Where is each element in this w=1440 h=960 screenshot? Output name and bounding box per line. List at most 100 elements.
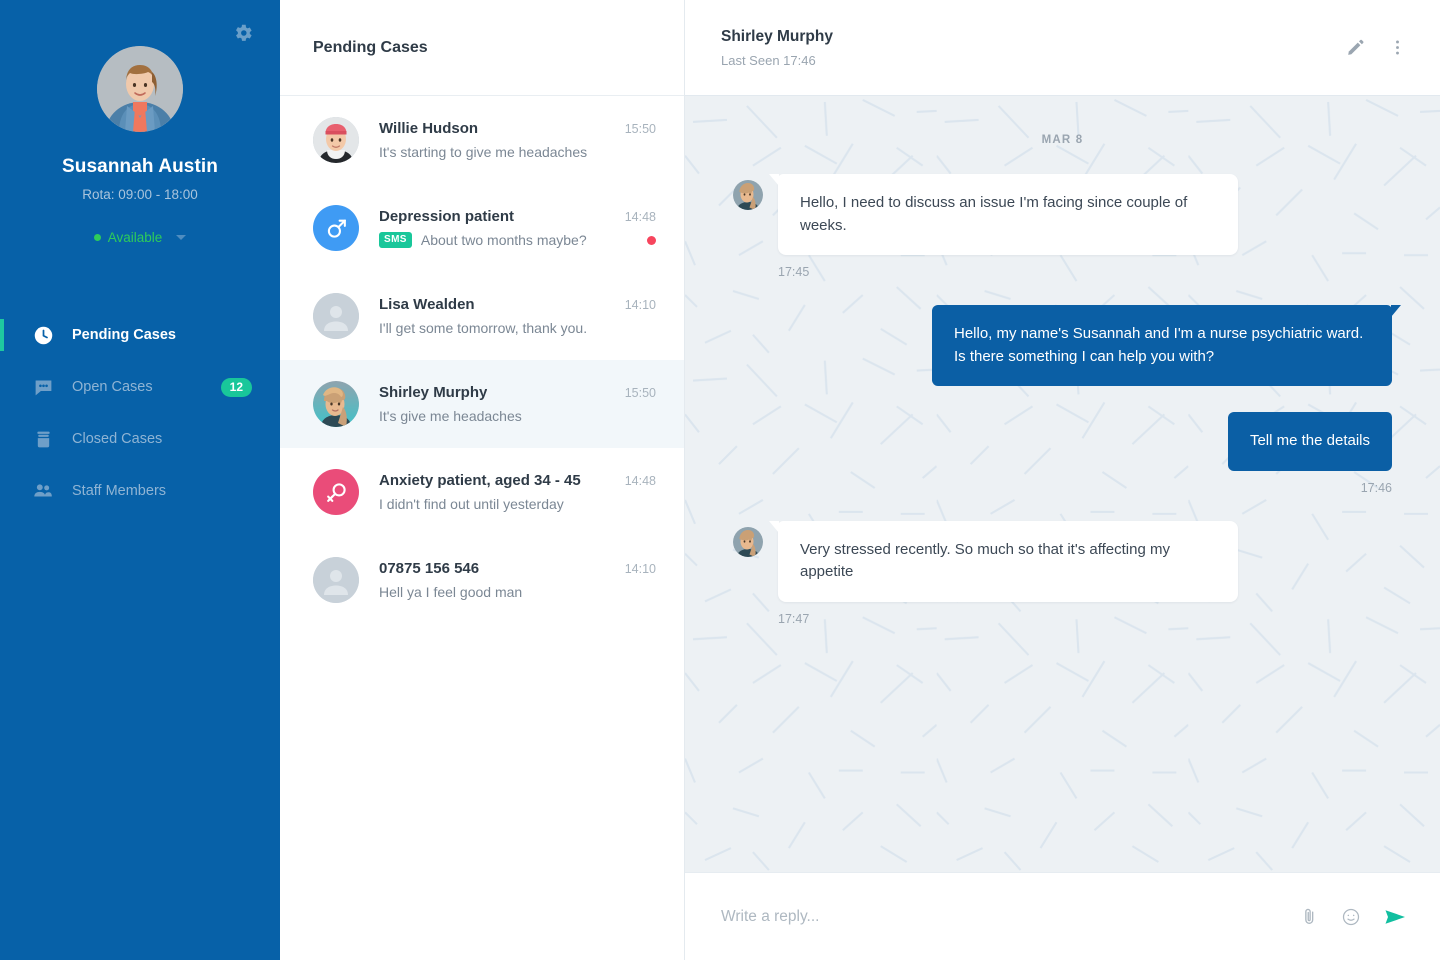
list-item[interactable]: 07875 156 546 14:10 Hell ya I feel good … — [280, 536, 684, 624]
chat-header: Shirley Murphy Last Seen 17:46 — [685, 0, 1440, 96]
list-item[interactable]: Lisa Wealden 14:10 I'll get some tomorro… — [280, 272, 684, 360]
clock-icon — [32, 324, 54, 346]
pencil-icon[interactable] — [1345, 38, 1365, 58]
placeholder-person-icon — [313, 557, 359, 603]
case-name: Lisa Wealden — [379, 296, 475, 313]
gear-icon[interactable] — [232, 22, 254, 44]
placeholder-person-icon — [313, 293, 359, 339]
message-bubble: Hello, my name's Susannah and I'm a nurs… — [932, 305, 1401, 386]
case-preview: About two months maybe? — [420, 232, 587, 248]
message-list: MAR 8 Hello, I need to discuss an issue … — [685, 96, 1440, 872]
case-time: 14:10 — [624, 562, 656, 576]
list-item-content: Anxiety patient, aged 34 - 45 14:48 I di… — [379, 472, 656, 512]
male-symbol-icon — [313, 205, 359, 251]
case-time: 15:50 — [624, 122, 656, 136]
sidebar-item-staff-members[interactable]: Staff Members — [0, 465, 280, 517]
case-time: 14:10 — [624, 298, 656, 312]
unread-dot-icon — [647, 235, 656, 245]
list-item-content: Depression patient 14:48 SMS About two m… — [379, 208, 656, 248]
case-preview-wrap: It's starting to give me headaches — [379, 144, 587, 160]
people-icon — [32, 480, 54, 502]
avatar — [733, 526, 763, 557]
chat-header-actions — [1345, 38, 1407, 58]
sidebar: Susannah Austin Rota: 09:00 - 18:00 Avai… — [0, 0, 280, 960]
sidebar-item-pending-cases[interactable]: Pending Cases — [0, 309, 280, 361]
case-name: Shirley Murphy — [379, 384, 488, 401]
case-time: 14:48 — [624, 210, 656, 224]
message-bubble: Tell me the details — [1227, 412, 1392, 471]
list-item[interactable]: Shirley Murphy 15:50 It's give me headac… — [280, 360, 684, 448]
case-preview-wrap: Hell ya I feel good man — [379, 584, 522, 600]
message-bubble: Hello, I need to discuss an issue I'm fa… — [769, 174, 1238, 255]
day-separator: MAR 8 — [1041, 134, 1084, 146]
case-preview-wrap: I didn't find out until yesterday — [379, 496, 564, 512]
chat-panel: Shirley Murphy Last Seen 17:46 MAR 8 Hel… — [685, 0, 1440, 960]
list-item-content: Willie Hudson 15:50 It's starting to giv… — [379, 120, 656, 160]
case-time: 15:50 — [624, 386, 656, 400]
case-name: Willie Hudson — [379, 120, 479, 137]
case-time: 14:48 — [624, 474, 656, 488]
status-dot-icon — [93, 234, 101, 241]
case-name: 07875 156 546 — [379, 560, 480, 577]
page-title: Pending Cases — [313, 38, 428, 56]
composer-actions — [1299, 905, 1407, 929]
open-cases-badge: 12 — [220, 377, 252, 397]
list-item[interactable]: Depression patient 14:48 SMS About two m… — [280, 184, 684, 272]
smiley-icon[interactable] — [1341, 907, 1361, 927]
more-vertical-icon[interactable] — [1387, 38, 1407, 58]
list-item[interactable]: Willie Hudson 15:50 It's starting to giv… — [280, 96, 684, 184]
case-list-header: Pending Cases — [280, 0, 684, 96]
case-preview-wrap: It's give me headaches — [379, 408, 522, 424]
reply-input[interactable] — [721, 907, 1279, 926]
message-row: Tell me the details — [733, 412, 1392, 471]
message-row: Hello, my name's Susannah and I'm a nurs… — [733, 305, 1401, 386]
message-bubble: Very stressed recently. So much so that … — [769, 520, 1238, 602]
avatar — [97, 46, 183, 132]
paperclip-icon[interactable] — [1299, 907, 1319, 927]
sidebar-item-open-cases[interactable]: Open Cases 12 — [0, 361, 280, 413]
message-composer — [685, 872, 1440, 960]
list-item[interactable]: Anxiety patient, aged 34 - 45 14:48 I di… — [280, 448, 684, 536]
profile-rota: Rota: 09:00 - 18:00 — [82, 187, 198, 202]
case-preview: Hell ya I feel good man — [379, 584, 523, 600]
female-symbol-icon — [313, 469, 359, 515]
case-preview-wrap: I'll get some tomorrow, thank you. — [379, 320, 587, 336]
list-item-content: Shirley Murphy 15:50 It's give me headac… — [379, 384, 656, 424]
case-preview: It's give me headaches — [379, 408, 522, 424]
list-item-content: Lisa Wealden 14:10 I'll get some tomorro… — [379, 296, 656, 336]
message-timestamp: 17:45 — [778, 265, 810, 279]
archive-icon — [32, 428, 54, 450]
profile-name: Susannah Austin — [62, 156, 218, 177]
case-preview: I didn't find out until yesterday — [379, 496, 564, 512]
chat-icon — [32, 376, 54, 398]
status-selector[interactable]: Available — [0, 230, 280, 245]
avatar — [313, 117, 359, 163]
case-preview: It's starting to give me headaches — [379, 144, 588, 160]
avatar — [313, 381, 359, 427]
sidebar-item-label: Closed Cases — [72, 431, 163, 447]
chat-header-text: Shirley Murphy Last Seen 17:46 — [721, 28, 1345, 68]
message-timestamp: 17:46 — [1360, 480, 1392, 495]
sidebar-item-label: Pending Cases — [72, 327, 176, 343]
case-name: Depression patient — [379, 208, 515, 225]
sidebar-nav: Pending Cases Open Cases 12 Closed Cases… — [0, 309, 280, 517]
list-item-content: 07875 156 546 14:10 Hell ya I feel good … — [379, 560, 656, 600]
chat-contact-name: Shirley Murphy — [721, 27, 833, 45]
message-row: Hello, I need to discuss an issue I'm fa… — [733, 174, 1392, 255]
chat-last-seen: Last Seen 17:46 — [721, 52, 816, 68]
chevron-down-icon[interactable] — [176, 235, 187, 240]
send-icon[interactable] — [1383, 905, 1407, 929]
sidebar-item-label: Staff Members — [72, 483, 167, 499]
message-row: Very stressed recently. So much so that … — [733, 520, 1392, 602]
case-preview-wrap: SMS About two months maybe? — [379, 232, 587, 248]
case-name: Anxiety patient, aged 34 - 45 — [379, 472, 581, 489]
messages-inner: MAR 8 Hello, I need to discuss an issue … — [733, 96, 1401, 626]
status-label: Available — [107, 230, 163, 245]
case-preview: I'll get some tomorrow, thank you. — [379, 320, 588, 336]
case-list-panel: Pending Cases Willie Hudson 15:50 It's s… — [280, 0, 685, 960]
sidebar-item-label: Open Cases — [72, 379, 153, 395]
avatar — [733, 180, 763, 210]
message-timestamp: 17:47 — [778, 611, 810, 626]
sidebar-item-closed-cases[interactable]: Closed Cases — [0, 413, 280, 465]
app-root: Susannah Austin Rota: 09:00 - 18:00 Avai… — [0, 0, 1440, 960]
